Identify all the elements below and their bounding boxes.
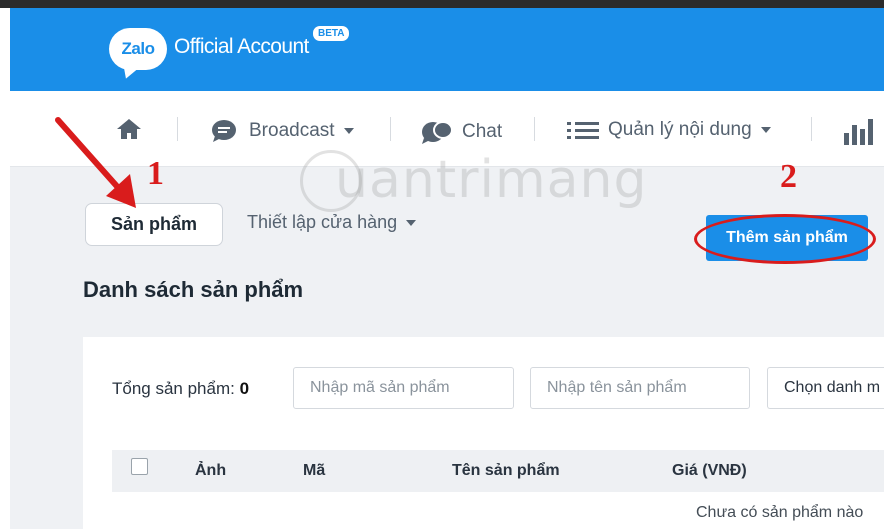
chat-icon xyxy=(422,121,453,144)
annotation-highlight-ring xyxy=(694,214,876,264)
chevron-down-icon xyxy=(343,128,354,134)
zalo-logo[interactable]: Zalo xyxy=(109,28,167,70)
chat-bubble-icon xyxy=(212,120,236,142)
nav-statistics[interactable] xyxy=(842,119,874,145)
nav-chat[interactable]: Chat xyxy=(420,119,502,145)
page-title: Danh sách sản phẩm xyxy=(83,277,304,302)
product-code-input[interactable]: Nhập mã sản phẩm xyxy=(293,367,514,409)
window-edge xyxy=(0,0,884,8)
total-products-value: 0 xyxy=(239,379,250,398)
column-header-image: Ảnh xyxy=(195,462,227,479)
watermark: uantrimang xyxy=(335,150,648,210)
product-panel xyxy=(83,337,884,529)
tab-store-settings[interactable]: Thiết lập cửa hàng xyxy=(247,212,417,233)
annotation-arrow xyxy=(55,117,136,208)
nav-divider xyxy=(390,117,391,141)
nav-chat-label: Chat xyxy=(462,121,503,142)
column-header-name: Tên sản phẩm xyxy=(452,462,560,479)
empty-state-text: Chưa có sản phẩm nào xyxy=(696,504,864,521)
nav-content-management[interactable]: Quản lý nội dung xyxy=(566,119,771,141)
list-icon xyxy=(567,122,599,139)
nav-divider xyxy=(811,117,812,141)
nav-broadcast-label: Broadcast xyxy=(249,120,335,141)
tab-store-settings-label: Thiết lập cửa hàng xyxy=(247,212,398,232)
total-products-label: Tổng sản phẩm: xyxy=(112,379,235,398)
column-header-code: Mã xyxy=(303,462,326,479)
chevron-down-icon xyxy=(406,219,417,226)
product-name-input[interactable]: Nhập tên sản phẩm xyxy=(530,367,750,409)
beta-badge: BETA xyxy=(313,26,350,41)
brand-name: Official Account xyxy=(174,35,309,58)
total-products: Tổng sản phẩm: 0 xyxy=(112,379,249,399)
column-header-price: Giá (VNĐ) xyxy=(672,462,747,479)
nav-divider xyxy=(534,117,535,141)
nav-content-management-label: Quản lý nội dung xyxy=(608,119,752,140)
logo-text: Zalo xyxy=(121,39,155,58)
annotation-step-2: 2 xyxy=(780,158,797,195)
left-gutter xyxy=(0,8,10,91)
chevron-down-icon xyxy=(760,127,771,133)
nav-divider xyxy=(177,117,178,141)
category-select[interactable]: Chọn danh m xyxy=(767,367,884,409)
nav-broadcast[interactable]: Broadcast xyxy=(210,119,354,143)
select-all-checkbox[interactable] xyxy=(131,458,148,475)
bar-chart-icon xyxy=(844,119,873,145)
